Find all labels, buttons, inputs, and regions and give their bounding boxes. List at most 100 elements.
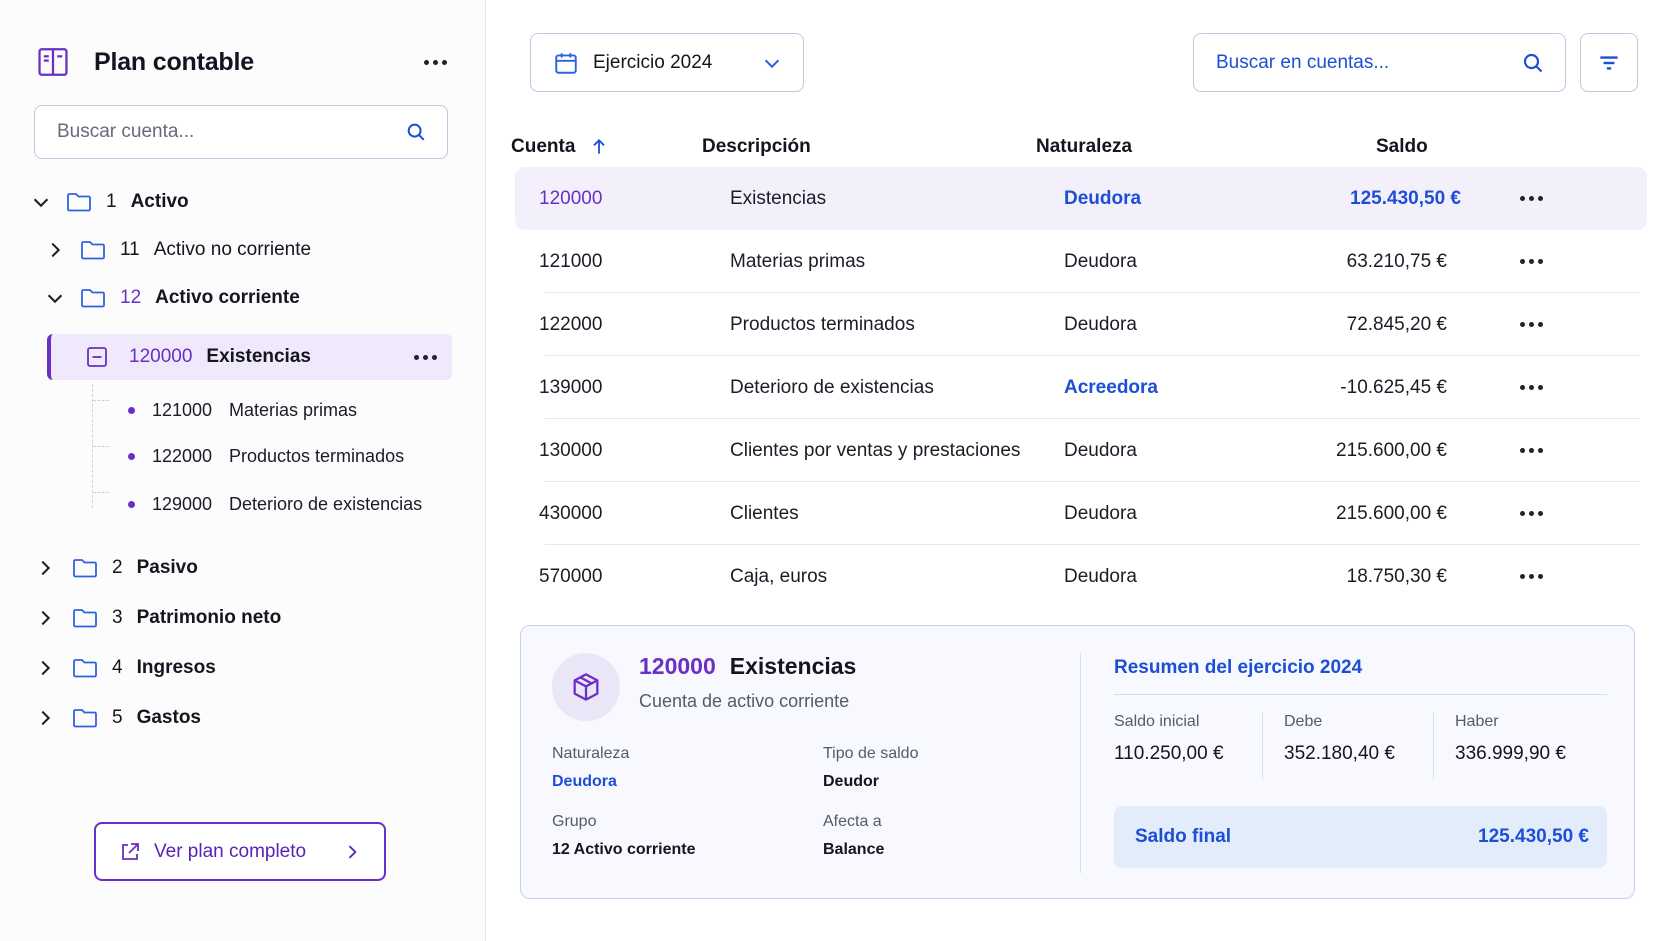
table-row[interactable]: 121000 Materias primas Deudora 63.210,75… bbox=[530, 230, 1640, 293]
more-icon bbox=[1520, 196, 1543, 201]
saldo-final-label: Saldo final bbox=[1135, 826, 1232, 847]
tree-item-code: 5 bbox=[112, 707, 123, 728]
chevron-right-icon[interactable] bbox=[34, 557, 56, 579]
bullet-icon bbox=[128, 500, 135, 508]
cell-naturaleza: Acreedora bbox=[1064, 376, 1158, 398]
field-value: Balance bbox=[823, 841, 885, 858]
stat-label: Saldo inicial bbox=[1114, 713, 1200, 730]
collapse-icon[interactable] bbox=[85, 345, 109, 369]
cell-saldo: 63.210,75 € bbox=[1346, 250, 1447, 272]
tree-item-code: 11 bbox=[120, 239, 140, 260]
more-icon bbox=[1520, 259, 1543, 264]
sidebar-title: Plan contable bbox=[94, 47, 254, 76]
search-icon[interactable] bbox=[1521, 51, 1545, 75]
row-more-button[interactable] bbox=[1520, 545, 1543, 608]
bullet-icon bbox=[128, 452, 135, 460]
row-more-button[interactable] bbox=[1520, 293, 1543, 356]
sidebar-search-input[interactable] bbox=[57, 121, 405, 143]
tree-item-label: Activo no corriente bbox=[153, 239, 312, 260]
field-value: Deudora bbox=[552, 773, 617, 790]
chevron-right-icon[interactable] bbox=[34, 707, 56, 729]
tree-item-label: Activo bbox=[130, 191, 189, 212]
row-more-button[interactable] bbox=[1520, 419, 1543, 482]
field-afecta: Afecta a Balance bbox=[823, 813, 884, 859]
sidebar: Plan contable 1 Activo 11 Activo no corr… bbox=[0, 0, 486, 941]
chevron-down-icon[interactable] bbox=[44, 287, 66, 309]
row-more-button[interactable] bbox=[1520, 230, 1543, 293]
column-header-label: Cuenta bbox=[511, 136, 576, 157]
field-value: Deudor bbox=[823, 773, 879, 790]
accounts-search-input[interactable] bbox=[1216, 51, 1521, 74]
table-row[interactable]: 139000 Deterioro de existencias Acreedor… bbox=[530, 356, 1640, 419]
chevron-right-icon[interactable] bbox=[34, 607, 56, 629]
folder-icon bbox=[73, 709, 97, 728]
cell-cuenta: 430000 bbox=[539, 502, 603, 524]
tree-item-label: Activo corriente bbox=[155, 287, 300, 308]
cell-cuenta: 570000 bbox=[539, 565, 603, 587]
chevron-right-icon bbox=[348, 845, 357, 858]
column-header-naturaleza[interactable]: Naturaleza bbox=[1036, 136, 1132, 158]
calendar-icon bbox=[555, 52, 577, 74]
column-header-cuenta[interactable]: Cuenta bbox=[511, 136, 609, 158]
sidebar-more-button[interactable] bbox=[420, 47, 450, 77]
column-header-descripcion[interactable]: Descripción bbox=[702, 136, 811, 158]
filter-button[interactable] bbox=[1580, 33, 1638, 92]
chevron-right-icon[interactable] bbox=[44, 239, 66, 261]
more-icon bbox=[1520, 385, 1543, 390]
tree-item-label: Existencias bbox=[206, 346, 311, 367]
account-subtitle: Cuenta de activo corriente bbox=[639, 691, 850, 711]
tree-item-gastos[interactable]: 5 Gastos bbox=[34, 696, 201, 740]
tree-item-pasivo[interactable]: 2 Pasivo bbox=[34, 546, 198, 590]
cell-naturaleza: Deudora bbox=[1064, 502, 1137, 524]
tree-item-activo-corriente[interactable]: 12 Activo corriente bbox=[44, 276, 300, 320]
tree-item-existencias-selected[interactable]: 120000 Existencias bbox=[47, 334, 452, 380]
tree-item-activo-no-corriente[interactable]: 11 Activo no corriente bbox=[44, 228, 311, 272]
cell-descripcion: Existencias bbox=[730, 187, 827, 209]
row-more-button[interactable] bbox=[1520, 356, 1543, 419]
tree-leaf-deterioro[interactable]: 129000 Deterioro de existencias bbox=[128, 484, 422, 524]
tree-item-ingresos[interactable]: 4 Ingresos bbox=[34, 646, 216, 690]
more-icon bbox=[1520, 322, 1543, 327]
tree-item-code: 120000 bbox=[129, 346, 193, 367]
tree-leaf-label: Productos terminados bbox=[229, 445, 405, 466]
tree-item-activo[interactable]: 1 Activo bbox=[30, 180, 189, 224]
app: Plan contable 1 Activo 11 Activo no corr… bbox=[0, 0, 1672, 941]
tree-item-label: Pasivo bbox=[136, 557, 198, 578]
stat-divider bbox=[1433, 713, 1434, 779]
folder-icon bbox=[73, 609, 97, 628]
search-icon[interactable] bbox=[405, 121, 427, 143]
saldo-final-box: Saldo final 125.430,50 € bbox=[1114, 806, 1607, 868]
field-label: Tipo de saldo bbox=[823, 745, 919, 762]
tree-item-patrimonio-neto[interactable]: 3 Patrimonio neto bbox=[34, 596, 281, 640]
cell-saldo: 125.430,50 € bbox=[1350, 187, 1461, 209]
column-header-saldo[interactable]: Saldo bbox=[1376, 136, 1428, 158]
tree-leaf-materias-primas[interactable]: 121000 Materias primas bbox=[128, 390, 357, 430]
table-row[interactable]: 120000 Existencias Deudora 125.430,50 € bbox=[515, 167, 1647, 230]
row-more-button[interactable] bbox=[1520, 482, 1543, 545]
accounts-search bbox=[1193, 33, 1566, 92]
view-full-plan-button[interactable]: Ver plan completo bbox=[94, 822, 386, 881]
row-more-button[interactable] bbox=[1520, 167, 1543, 230]
sidebar-header: Plan contable bbox=[36, 40, 450, 84]
fiscal-year-select[interactable]: Ejercicio 2024 bbox=[530, 33, 804, 92]
table-row[interactable]: 430000 Clientes Deudora 215.600,00 € bbox=[530, 482, 1640, 545]
account-code: 120000 bbox=[639, 653, 716, 679]
more-icon bbox=[423, 59, 447, 65]
stat-value: 352.180,40 € bbox=[1284, 743, 1395, 764]
tree-leaf-code: 129000 bbox=[152, 493, 213, 514]
chevron-right-icon[interactable] bbox=[34, 657, 56, 679]
stat-debe: Debe 352.180,40 € bbox=[1284, 713, 1395, 783]
stat-value: 110.250,00 € bbox=[1114, 743, 1224, 764]
tree-leaf-code: 121000 bbox=[152, 399, 213, 420]
tree-item-more-button[interactable] bbox=[410, 342, 440, 372]
tree-leaf-label: Deterioro de existencias bbox=[229, 493, 423, 514]
table-row[interactable]: 130000 Clientes por ventas y prestacione… bbox=[530, 419, 1640, 482]
cell-cuenta: 121000 bbox=[539, 250, 603, 272]
table-row[interactable]: 570000 Caja, euros Deudora 18.750,30 € bbox=[530, 545, 1640, 608]
field-grupo: Grupo 12 Activo corriente bbox=[552, 813, 695, 859]
field-label: Afecta a bbox=[823, 813, 882, 830]
chevron-down-icon[interactable] bbox=[30, 191, 52, 213]
folder-icon bbox=[81, 241, 105, 260]
tree-leaf-productos-terminados[interactable]: 122000 Productos terminados bbox=[128, 436, 404, 476]
table-row[interactable]: 122000 Productos terminados Deudora 72.8… bbox=[530, 293, 1640, 356]
